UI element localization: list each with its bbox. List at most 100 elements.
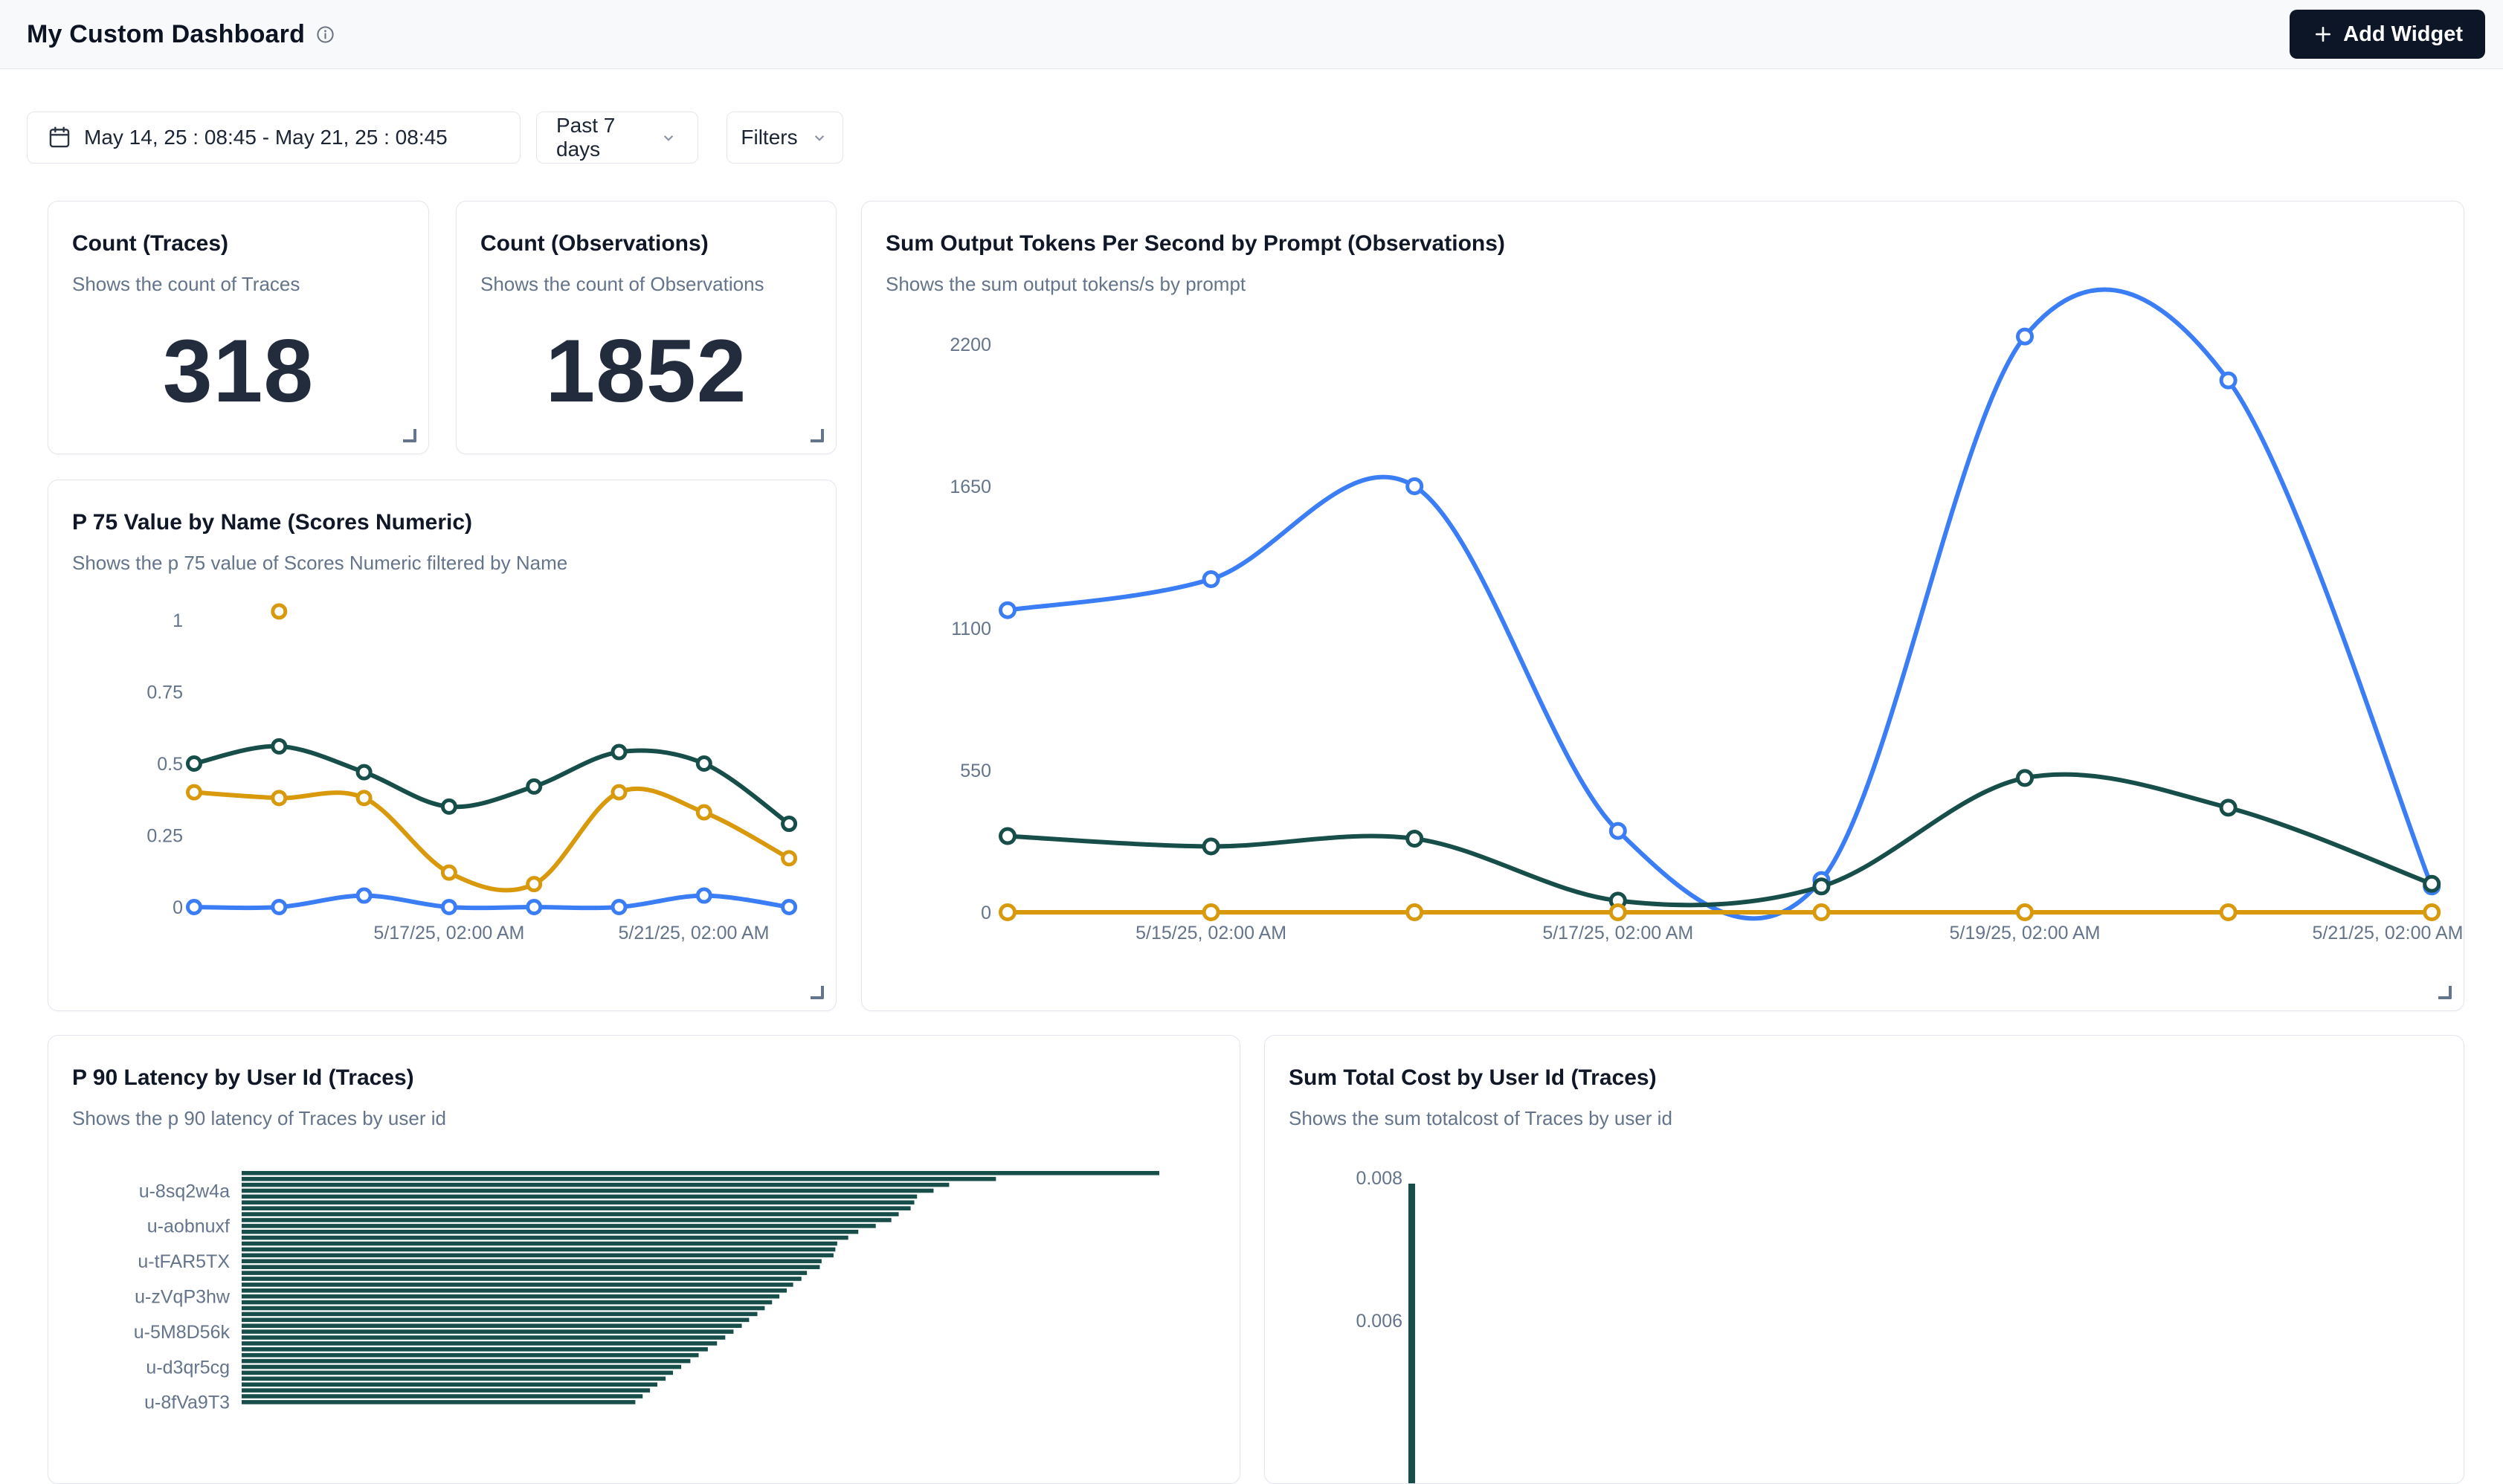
data-point-marker (528, 901, 541, 914)
latency-bar (242, 1353, 699, 1358)
add-widget-button[interactable]: Add Widget (2290, 10, 2485, 59)
data-point-marker (1408, 906, 1422, 920)
latency-bar (242, 1359, 690, 1364)
data-point-marker (1001, 906, 1015, 920)
latency-bar (242, 1377, 666, 1381)
latency-bar (242, 1177, 996, 1181)
latency-bar (242, 1388, 650, 1393)
widget-title: Count (Traces) (72, 231, 428, 257)
data-point-marker (1814, 880, 1829, 894)
data-point-marker (783, 852, 796, 865)
p90-bar-chart: u-8sq2w4au-aobnuxfu-tFAR5TXu-zVqP3hwu-5M… (48, 1036, 1240, 1484)
widget-card-output-tokens: Sum Output Tokens Per Second by Prompt (… (861, 201, 2464, 1011)
resize-handle[interactable] (811, 986, 824, 999)
data-point-marker (188, 758, 201, 770)
data-point-marker (528, 878, 541, 891)
timeframe-dropdown[interactable]: Past 7 days (536, 112, 698, 164)
latency-bar (242, 1183, 949, 1187)
widget-card-p90-latency: P 90 Latency by User Id (Traces) Shows t… (48, 1035, 1240, 1484)
y-axis-tick-label: 0 (173, 897, 183, 918)
latency-bar (242, 1195, 917, 1199)
latency-bar (242, 1306, 764, 1311)
latency-bar (242, 1365, 681, 1370)
widget-subtitle: Shows the count of Observations (480, 273, 836, 296)
isolated-data-point (273, 605, 286, 618)
latency-bar (242, 1294, 779, 1299)
data-point-marker (2018, 329, 2032, 343)
filters-dropdown[interactable]: Filters (727, 112, 843, 164)
series-line (1008, 289, 2432, 918)
series-line (1008, 775, 2432, 906)
y-axis-tick-label: 0.75 (146, 682, 183, 703)
latency-bar (242, 1283, 793, 1287)
y-axis-tick-label: 1 (173, 610, 183, 631)
resize-handle[interactable] (811, 429, 824, 442)
data-point-marker (358, 766, 370, 778)
y-axis-tick-label: 0.25 (146, 825, 183, 846)
info-icon[interactable] (315, 25, 335, 45)
y-axis-tick-label: 0 (981, 903, 991, 923)
y-axis-tick-label: 2200 (950, 335, 991, 355)
cost-bar (1408, 1184, 1415, 1484)
data-point-marker (1611, 906, 1625, 920)
data-point-marker (1204, 839, 1218, 854)
date-range-button[interactable]: May 14, 25 : 08:45 - May 21, 25 : 08:45 (27, 112, 521, 164)
page-title: My Custom Dashboard (27, 20, 305, 49)
data-point-marker (2018, 771, 2032, 785)
data-point-marker (1408, 832, 1422, 846)
latency-bar (242, 1312, 758, 1317)
tokens-line-chart: 05501100165022005/15/25, 02:00 AM5/17/25… (862, 201, 2464, 1011)
p75-line-chart: 00.250.50.7515/17/25, 02:00 AM5/21/25, 0… (48, 480, 837, 1011)
data-point-marker (1814, 906, 1829, 920)
widget-card-total-cost: Sum Total Cost by User Id (Traces) Shows… (1264, 1035, 2464, 1484)
data-point-marker (442, 800, 455, 813)
data-point-marker (273, 792, 286, 804)
data-point-marker (1611, 824, 1625, 838)
data-point-marker (1408, 480, 1422, 494)
chevron-down-icon (659, 128, 678, 147)
widget-subtitle: Shows the count of Traces (72, 273, 428, 296)
latency-bar (242, 1218, 892, 1222)
y-axis-category-label: u-8fVa9T3 (144, 1393, 230, 1413)
metric-value: 1852 (457, 320, 836, 422)
x-axis-tick-label: 5/19/25, 02:00 AM (1950, 923, 2101, 943)
data-point-marker (273, 901, 286, 914)
calendar-icon (47, 125, 72, 150)
data-point-marker (442, 901, 455, 914)
filters-label: Filters (741, 126, 797, 149)
resize-handle[interactable] (2438, 986, 2452, 999)
x-axis-tick-label: 5/21/25, 02:00 AM (619, 923, 770, 943)
y-axis-tick-label: 0.008 (1356, 1168, 1402, 1189)
x-axis-tick-label: 5/17/25, 02:00 AM (373, 923, 524, 943)
x-axis-tick-label: 5/21/25, 02:00 AM (2313, 923, 2464, 943)
filter-bar: May 14, 25 : 08:45 - May 21, 25 : 08:45 … (0, 69, 2503, 166)
data-point-marker (613, 786, 625, 799)
data-point-marker (2425, 877, 2439, 891)
latency-bar (242, 1300, 772, 1305)
y-axis-category-label: u-aobnuxf (147, 1216, 230, 1237)
y-axis-tick-label: 550 (960, 761, 991, 781)
timeframe-label: Past 7 days (556, 114, 647, 161)
latency-bar (242, 1323, 742, 1328)
data-point-marker (2018, 906, 2032, 920)
date-range-label: May 14, 25 : 08:45 - May 21, 25 : 08:45 (84, 126, 448, 149)
data-point-marker (2221, 801, 2235, 815)
data-point-marker (1001, 603, 1015, 617)
metric-value: 318 (48, 320, 428, 422)
y-axis-category-label: u-5M8D56k (134, 1322, 231, 1343)
chevron-down-icon (810, 128, 829, 147)
resize-handle[interactable] (403, 429, 416, 442)
data-point-marker (442, 866, 455, 879)
data-point-marker (2221, 373, 2235, 387)
y-axis-category-label: u-zVqP3hw (135, 1286, 231, 1307)
y-axis-category-label: u-tFAR5TX (138, 1251, 230, 1272)
latency-bar (242, 1329, 733, 1334)
latency-bar (242, 1236, 848, 1240)
latency-bar (242, 1259, 822, 1264)
x-axis-tick-label: 5/17/25, 02:00 AM (1542, 923, 1693, 943)
plus-icon (2312, 23, 2334, 45)
data-point-marker (783, 901, 796, 914)
header: My Custom Dashboard Add Widget (0, 0, 2503, 69)
cost-bar-chart: 0.0080.006 (1265, 1036, 2464, 1484)
latency-bar (242, 1242, 837, 1246)
